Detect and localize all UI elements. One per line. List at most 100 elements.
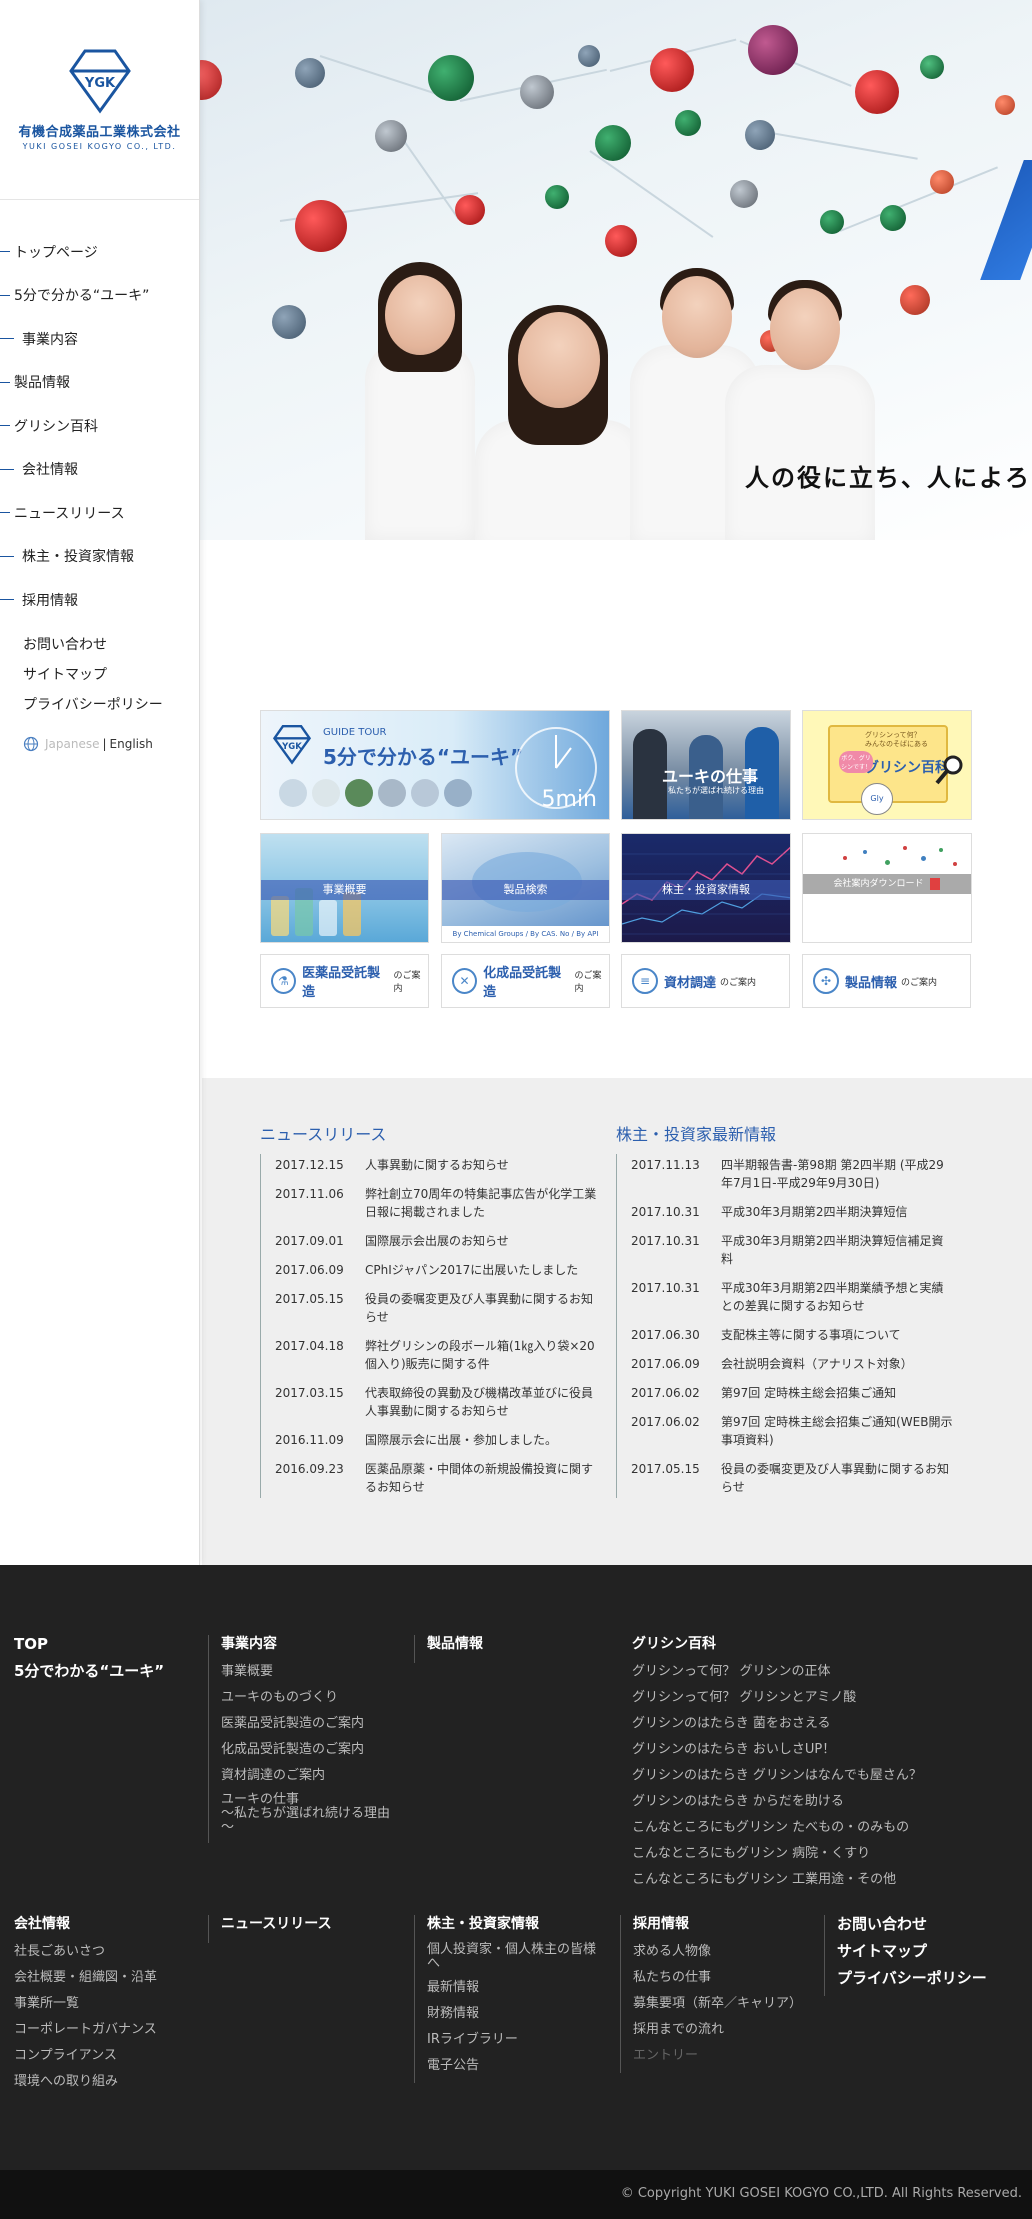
footer-link[interactable]: グリシンのはたらき グリシンはなんでも屋さん？ (632, 1767, 952, 1785)
footer-link[interactable]: 資材調達のご案内 (221, 1767, 398, 1785)
tile-label: 製品検索 (442, 880, 609, 900)
news-text: 国際展示会に出展・参加しました。 (365, 1433, 558, 1447)
nav-item-news[interactable]: ニュースリリース (0, 491, 199, 535)
footer-link[interactable]: こんなところにもグリシン たべもの・のみもの (632, 1819, 952, 1837)
footer-link[interactable]: グリシンのはたらき 菌をおさえる (632, 1715, 952, 1733)
footer-link[interactable]: 募集要項（新卒／キャリア） (633, 1995, 810, 2013)
footer-link-privacy[interactable]: プライバシーポリシー (837, 1969, 1024, 1987)
ir-date: 2017.05.15 (631, 1462, 700, 1476)
ir-item[interactable]: 2017.10.31 平成30年3月期第2四半期決算短信 (631, 1203, 953, 1221)
nav-item-top[interactable]: トップページ (0, 230, 199, 274)
news-item[interactable]: 2017.03.15 代表取締役の異動及び機構改革並びに役員人事異動に関するお知ら… (275, 1384, 597, 1420)
ir-item[interactable]: 2017.06.09 会社説明会資料（アナリスト対象） (631, 1355, 953, 1373)
nav-item-guide[interactable]: 5分で分かる“ユーキ” (0, 274, 199, 318)
nav-dash (0, 251, 10, 253)
footer-link[interactable]: ユーキの仕事 ～私たちが選ばれ続ける理由 ～ (221, 1793, 398, 1835)
ir-item[interactable]: 2017.11.13 四半期報告書-第98期 第2四半期 (平成29年7月1日-平… (631, 1156, 953, 1192)
ir-item[interactable]: 2017.10.31 平成30年3月期第2四半期業績予想と実績との差異に関するお知… (631, 1279, 953, 1315)
button-procurement[interactable]: ≡ 資材調達 のご案内 (621, 954, 790, 1008)
footer-head-products[interactable]: 製品情報 (427, 1635, 604, 1653)
nav-item-recruit[interactable]: 採用情報 (0, 578, 199, 622)
footer-link[interactable]: 事業概要 (221, 1663, 398, 1681)
nav-item-business[interactable]: 事業内容 (0, 317, 199, 361)
footer-head-news[interactable]: ニュースリリース (221, 1915, 398, 1933)
tile-glycine[interactable]: グリシンって何？ みんなのそばにある グリシン百科 ボク、グリシンです！ Gly (802, 710, 972, 820)
subnav-contact[interactable]: お問い合わせ (0, 630, 199, 660)
footer-link[interactable]: 最新情報 (427, 1979, 604, 1997)
news-date: 2016.11.09 (275, 1433, 344, 1447)
footer-link[interactable]: 財務情報 (427, 2005, 604, 2023)
footer-link[interactable]: 電子公告 (427, 2057, 604, 2075)
footer-link-sitemap[interactable]: サイトマップ (837, 1942, 1024, 1960)
news-text: 弊社グリシンの段ボール箱(1㎏入り袋×20個入り)販売に関する件 (365, 1339, 595, 1371)
footer-link[interactable]: グリシンのはたらき からだを助ける (632, 1793, 952, 1811)
news-item[interactable]: 2017.05.15 役員の委嘱変更及び人事異動に関するお知らせ (275, 1290, 597, 1326)
tile-investor-info[interactable]: 株主・投資家情報 (621, 833, 791, 943)
footer-head-recruit[interactable]: 採用情報 (633, 1915, 810, 1933)
footer-link-top[interactable]: TOP (14, 1635, 194, 1653)
footer-link[interactable]: 環境への取り組み (14, 2073, 194, 2091)
subnav-sitemap[interactable]: サイトマップ (0, 660, 199, 690)
nav-label: 事業内容 (22, 331, 78, 348)
footer-link[interactable]: 医薬品受託製造のご案内 (221, 1715, 398, 1733)
nav-item-glycine[interactable]: グリシン百科 (0, 404, 199, 448)
footer-head-company[interactable]: 会社情報 (14, 1915, 194, 1933)
footer-link[interactable]: コーポレートガバナンス (14, 2021, 194, 2039)
tile-guide-tour[interactable]: YGK GUIDE TOUR 5分で分かる“ユーキ” 5min (260, 710, 610, 820)
button-pharma-contract[interactable]: ⚗ 医薬品受託製造 のご案内 (260, 954, 429, 1008)
footer-head-glycine[interactable]: グリシン百科 (632, 1635, 952, 1653)
button-product-info[interactable]: ✣ 製品情報 のご案内 (802, 954, 971, 1008)
ir-item[interactable]: 2017.06.02 第97回 定時株主総会招集ご通知(WEB開示事項資料) (631, 1413, 953, 1449)
tile-yuki-work[interactable]: ユーキの仕事 私たちが選ばれ続ける理由 (621, 710, 791, 820)
footer-link[interactable]: グリシンのはたらき おいしさUP！ (632, 1741, 952, 1759)
dot (953, 862, 957, 866)
news-item[interactable]: 2016.11.09 国際展示会に出展・参加しました。 (275, 1431, 597, 1449)
news-item[interactable]: 2016.09.23 医薬品原薬・中間体の新規設備投資に関するお知らせ (275, 1460, 597, 1496)
news-item[interactable]: 2017.12.15 人事異動に関するお知らせ (275, 1156, 597, 1174)
news-heading[interactable]: ニュースリリース (260, 1121, 386, 1145)
lang-japanese[interactable]: Japanese (45, 737, 100, 751)
footer-link[interactable]: グリシンって何？ グリシンの正体 (632, 1663, 952, 1681)
footer-link-guide[interactable]: 5分でわかる“ユーキ” (14, 1662, 194, 1680)
tile-product-search[interactable]: 製品検索 By Chemical Groups / By CAS. No / B… (441, 833, 610, 943)
news-item[interactable]: 2017.06.09 CPhIジャパン2017に出展いたしました (275, 1261, 597, 1279)
button-chemical-contract[interactable]: ✕ 化成品受託製造 のご案内 (441, 954, 610, 1008)
footer-link[interactable]: こんなところにもグリシン 病院・くすり (632, 1845, 952, 1863)
footer-link[interactable]: IRライブラリー (427, 2031, 604, 2049)
footer-link[interactable]: 採用までの流れ (633, 2021, 810, 2039)
footer-link[interactable]: 私たちの仕事 (633, 1969, 810, 1987)
footer-link[interactable]: グリシンって何？ グリシンとアミノ酸 (632, 1689, 952, 1707)
button-main-label: 化成品受託製造 (483, 966, 562, 1000)
footer-link[interactable]: ユーキのものづくり (221, 1689, 398, 1707)
footer-head-business[interactable]: 事業内容 (221, 1635, 398, 1653)
footer-link-contact[interactable]: お問い合わせ (837, 1915, 1024, 1933)
footer-link[interactable]: 個人投資家・個人株主の皆様 へ (427, 1943, 604, 1971)
tile-brochure-download[interactable]: 会社案内ダウンロード (802, 833, 972, 943)
ir-heading[interactable]: 株主・投資家最新情報 (616, 1121, 776, 1145)
footer-link[interactable]: 事業所一覧 (14, 1995, 194, 2013)
news-item[interactable]: 2017.09.01 国際展示会出展のお知らせ (275, 1232, 597, 1250)
guide-minutes: 5min (541, 787, 597, 812)
footer-link[interactable]: コンプライアンス (14, 2047, 194, 2065)
news-item[interactable]: 2017.11.06 弊社創立70周年の特集記事広告が化学工業日報に掲載されました (275, 1185, 597, 1221)
logo[interactable]: YGK 有機合成薬品工業株式会社 YUKI GOSEI KOGYO CO., L… (0, 0, 199, 200)
ir-item[interactable]: 2017.06.02 第97回 定時株主総会招集ご通知 (631, 1384, 953, 1402)
ir-item[interactable]: 2017.06.30 支配株主等に関する事項について (631, 1326, 953, 1344)
nav-item-investors[interactable]: 株主・投資家情報 (0, 535, 199, 579)
ir-item[interactable]: 2017.10.31 平成30年3月期第2四半期決算短信補足資料 (631, 1232, 953, 1268)
button-sub-label: のご案内 (393, 971, 421, 994)
nav-item-products[interactable]: 製品情報 (0, 361, 199, 405)
footer-link[interactable]: 会社概要・組織図・沿革 (14, 1969, 194, 1987)
lang-english[interactable]: English (110, 737, 153, 751)
tile-business[interactable]: 事業概要 (260, 833, 429, 943)
footer-link[interactable]: 化成品受託製造のご案内 (221, 1741, 398, 1759)
footer-link[interactable]: 社長ごあいさつ (14, 1943, 194, 1961)
footer-head-investors[interactable]: 株主・投資家情報 (427, 1915, 604, 1933)
footer-link[interactable]: こんなところにもグリシン 工業用途・その他 (632, 1871, 952, 1889)
news-item[interactable]: 2017.04.18 弊社グリシンの段ボール箱(1㎏入り袋×20個入り)販売に関す… (275, 1337, 597, 1373)
subnav-privacy[interactable]: プライバシーポリシー (0, 690, 199, 720)
nav-label: 会社情報 (22, 462, 78, 479)
footer-link[interactable]: 求める人物像 (633, 1943, 810, 1961)
ir-item[interactable]: 2017.05.15 役員の委嘱変更及び人事異動に関するお知らせ (631, 1460, 953, 1496)
nav-item-company[interactable]: 会社情報 (0, 448, 199, 492)
